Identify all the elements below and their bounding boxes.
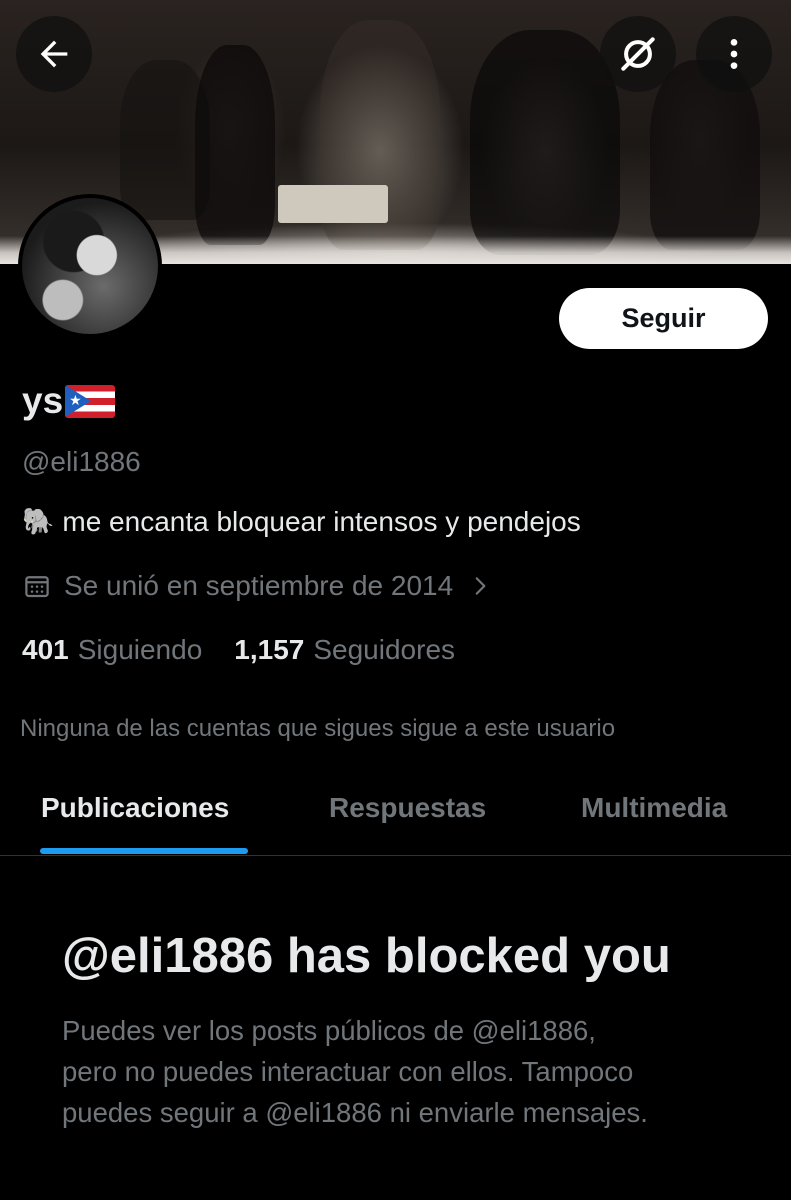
followers-link[interactable]: 1,157 Seguidores: [234, 634, 455, 666]
tab-publicaciones[interactable]: Publicaciones: [41, 792, 229, 824]
followers-label: Seguidores: [313, 634, 456, 665]
calendar-icon: [25, 576, 49, 598]
profile-tabs: Publicaciones Respuestas Multimedia: [0, 770, 791, 856]
arrow-left-icon: [40, 40, 68, 68]
display-name: ys: [22, 380, 64, 421]
more-options-button[interactable]: [696, 16, 772, 92]
more-vertical-icon: [730, 39, 738, 69]
blocked-title: @eli1886 has blocked you: [62, 929, 671, 983]
profile-handle: @eli1886: [22, 446, 141, 477]
profile-name: ys ★: [22, 378, 116, 424]
back-button[interactable]: [16, 16, 92, 92]
mutual-followers-note: Ninguna de las cuentas que sigues sigue …: [20, 715, 616, 742]
follow-button[interactable]: Seguir: [559, 288, 768, 349]
puerto-rico-flag-icon: ★: [65, 384, 116, 418]
blocked-line-3: puedes seguir a @eli1886 ni enviarle men…: [62, 1097, 648, 1128]
profile-stats: 401 Siguiendo 1,157 Seguidores: [22, 634, 455, 666]
grok-button[interactable]: [600, 16, 676, 92]
circle-slash-icon: [621, 37, 655, 71]
joined-date[interactable]: Se unió en septiembre de 2014: [22, 570, 493, 602]
elephant-emoji-icon: 🐘: [22, 507, 55, 537]
following-link[interactable]: 401 Siguiendo: [22, 634, 202, 666]
active-tab-indicator: [40, 848, 248, 854]
blocked-description: Puedes ver los posts públicos de @eli188…: [62, 1010, 752, 1133]
followers-count: 1,157: [234, 634, 305, 665]
tabs-divider: [0, 855, 791, 856]
avatar[interactable]: [18, 194, 162, 338]
blocked-line-2: pero no puedes interactuar con ellos. Ta…: [62, 1056, 634, 1087]
following-count: 401: [22, 634, 69, 665]
chevron-right-icon: [475, 577, 486, 595]
tab-respuestas[interactable]: Respuestas: [329, 792, 486, 824]
profile-bio: 🐘 me encanta bloquear intensos y pendejo…: [22, 506, 581, 538]
tab-multimedia[interactable]: Multimedia: [581, 792, 727, 824]
bio-text: me encanta bloquear intensos y pendejos: [62, 506, 581, 537]
blocked-line-1: Puedes ver los posts públicos de @eli188…: [62, 1015, 596, 1046]
joined-text: Se unió en septiembre de 2014: [64, 570, 454, 601]
following-label: Siguiendo: [77, 634, 203, 665]
